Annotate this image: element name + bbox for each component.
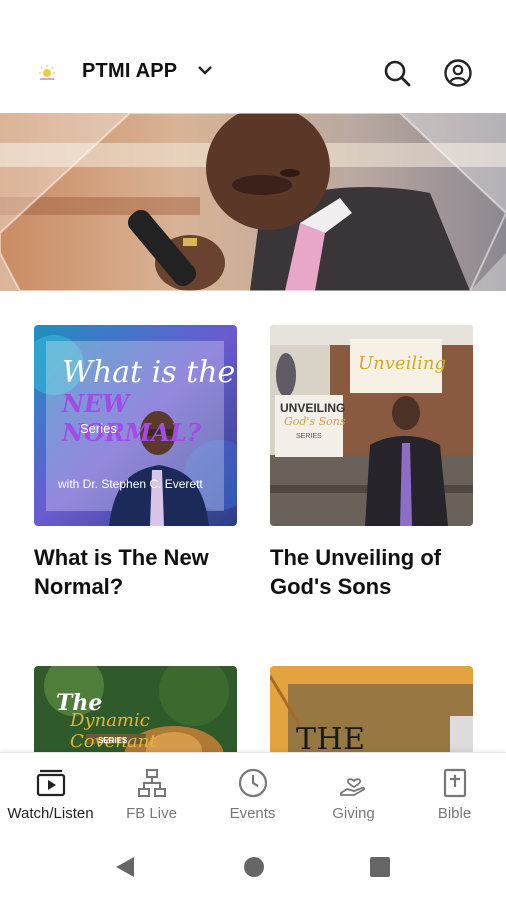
nav-events[interactable]: Events bbox=[202, 753, 303, 833]
art-line-3: Series bbox=[80, 421, 117, 436]
series-thumbnail[interactable]: Unveiling UNVEILING God's Sons SERIES bbox=[270, 325, 473, 526]
account-circle-icon[interactable] bbox=[443, 58, 473, 88]
sun-logo-icon bbox=[39, 65, 55, 80]
back-icon[interactable] bbox=[114, 856, 136, 878]
app-header: PTMI APP bbox=[0, 38, 506, 110]
nav-bible[interactable]: Bible bbox=[404, 753, 505, 833]
play-video-icon bbox=[36, 769, 66, 797]
hierarchy-icon bbox=[138, 769, 166, 797]
chevron-down-icon[interactable] bbox=[196, 64, 214, 76]
series-card-unveiling[interactable]: Unveiling UNVEILING God's Sons SERIES Th… bbox=[270, 325, 473, 601]
series-card-dynamic-covenant[interactable]: The Dynamic Covenant SERIES bbox=[34, 666, 237, 752]
art-sign-3: SERIES bbox=[296, 433, 322, 440]
hand-heart-icon bbox=[340, 778, 365, 796]
series-thumbnail[interactable]: The Dynamic Covenant SERIES bbox=[34, 666, 237, 752]
home-icon[interactable] bbox=[243, 856, 265, 878]
art-screen-text: Unveiling bbox=[358, 353, 446, 374]
art-line-2: NEW NORMAL? bbox=[62, 389, 201, 447]
series-title[interactable]: The Unveiling of God's Sons bbox=[270, 543, 473, 601]
art-line-1: THE DECADE bbox=[296, 722, 366, 752]
series-title[interactable]: What is The New Normal? bbox=[34, 543, 237, 601]
hero-banner[interactable] bbox=[0, 113, 506, 291]
app-title[interactable]: PTMI APP bbox=[82, 60, 177, 83]
system-navigation-bar bbox=[0, 832, 506, 900]
art-line-4: with Dr. Stephen C. Everett bbox=[58, 477, 203, 491]
series-thumbnail[interactable]: THE DECADE bbox=[270, 666, 473, 752]
art-line-1: What is the bbox=[62, 355, 236, 390]
bottom-navigation: Watch/Listen FB Live Events Giving Bible bbox=[0, 752, 506, 833]
art-line-3: SERIES bbox=[98, 736, 128, 745]
art-sign-1: UNVEILING bbox=[280, 401, 346, 415]
nav-watch-listen[interactable]: Watch/Listen bbox=[0, 753, 101, 833]
nav-fb-live[interactable]: FB Live bbox=[101, 753, 202, 833]
nav-label: Bible bbox=[437, 805, 472, 822]
bible-icon bbox=[443, 768, 467, 798]
series-card-decade[interactable]: THE DECADE bbox=[270, 666, 473, 752]
nav-giving[interactable]: Giving bbox=[303, 753, 404, 833]
hero-image bbox=[0, 113, 506, 291]
series-thumbnail[interactable]: What is the NEW NORMAL? Series with Dr. … bbox=[34, 325, 237, 526]
recents-icon[interactable] bbox=[370, 857, 390, 877]
series-card-new-normal[interactable]: What is the NEW NORMAL? Series with Dr. … bbox=[34, 325, 237, 601]
search-icon[interactable] bbox=[382, 58, 412, 88]
art-line-2: Dynamic Covenant bbox=[70, 710, 157, 752]
art-sign-2: God's Sons bbox=[284, 415, 346, 428]
clock-icon bbox=[238, 768, 268, 798]
